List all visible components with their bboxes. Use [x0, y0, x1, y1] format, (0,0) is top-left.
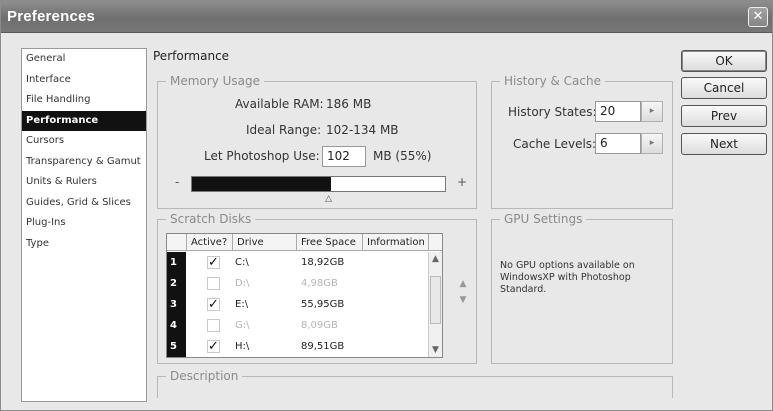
scroll-thumb[interactable] — [430, 276, 441, 324]
table-row[interactable]: 4 G:\ 8,09GB — [167, 315, 429, 336]
column-header-num — [167, 234, 187, 251]
ideal-range-value: 102-134 MB — [326, 123, 399, 137]
table-row[interactable]: 2 D:\ 4,98GB — [167, 273, 429, 294]
memory-use-input[interactable]: 102 — [322, 146, 366, 167]
description-group: Description — [157, 369, 673, 398]
drive-cell: H:\ — [235, 341, 250, 352]
gpu-settings-message: No GPU options available on WindowsXP wi… — [500, 260, 635, 295]
memory-use-suffix: MB (55%) — [373, 149, 432, 163]
free-space-cell: 4,98GB — [301, 278, 338, 289]
drive-cell: G:\ — [235, 320, 250, 331]
scratch-disks-table: Active? Drive Free Space Information 1 ✓ C… — [166, 233, 443, 358]
row-number: 4 — [167, 315, 186, 336]
history-cache-legend: History & Cache — [500, 74, 605, 88]
active-checkbox[interactable]: ✓ — [207, 256, 220, 269]
table-row[interactable]: 1 ✓ C:\ 18,92GB — [167, 252, 429, 273]
memory-slider-plus: + — [457, 175, 468, 189]
drive-cell: E:\ — [235, 299, 249, 310]
row-number: 1 — [167, 252, 186, 273]
history-states-input[interactable]: 20 — [595, 101, 641, 122]
prev-button[interactable]: Prev — [681, 105, 767, 127]
title-bar: Preferences ✕ — [1, 1, 772, 33]
sidebar-item-guides-grid-slices[interactable]: Guides, Grid & Slices — [22, 193, 146, 214]
drive-cell: C:\ — [235, 257, 249, 268]
scroll-up-icon[interactable]: ▲ — [429, 252, 442, 266]
close-icon[interactable]: ✕ — [748, 7, 768, 27]
row-number: 3 — [167, 294, 186, 315]
let-photoshop-use-label: Let Photoshop Use: — [204, 149, 320, 163]
active-checkbox[interactable] — [207, 277, 220, 290]
page-title: Performance — [153, 49, 230, 63]
available-ram-value: 186 MB — [326, 97, 372, 111]
sidebar-item-performance[interactable]: Performance — [22, 110, 146, 131]
row-number: 5 — [167, 336, 186, 357]
gpu-settings-legend: GPU Settings — [500, 212, 587, 226]
table-header: Active? Drive Free Space Information — [167, 234, 442, 251]
sidebar-item-type[interactable]: Type — [22, 234, 146, 255]
memory-usage-fill — [192, 177, 332, 191]
column-header-active[interactable]: Active? — [187, 234, 233, 251]
sidebar-item-transparency-gamut[interactable]: Transparency & Gamut — [22, 152, 146, 173]
next-button[interactable]: Next — [681, 133, 767, 155]
free-space-cell: 8,09GB — [301, 320, 338, 331]
memory-slider-minus: - — [175, 175, 180, 189]
free-space-cell: 89,51GB — [301, 341, 345, 352]
move-up-icon[interactable]: ▲ — [456, 279, 470, 289]
preferences-sidebar: General Interface File Handling Performa… — [21, 48, 147, 402]
sidebar-item-file-handling[interactable]: File Handling — [22, 90, 146, 111]
table-row[interactable]: 3 ✓ E:\ 55,95GB — [167, 294, 429, 315]
drive-cell: D:\ — [235, 278, 250, 289]
preferences-dialog: Preferences ✕ General Interface File Han… — [0, 0, 773, 411]
cache-levels-label: Cache Levels: — [513, 137, 597, 151]
ok-button[interactable]: OK — [681, 50, 767, 72]
available-ram-label: Available RAM: — [235, 97, 324, 111]
sidebar-item-units-rulers[interactable]: Units & Rulers — [22, 172, 146, 193]
free-space-cell: 18,92GB — [301, 257, 345, 268]
history-states-stepper-icon[interactable]: ▸ — [641, 101, 663, 122]
dialog-title: Preferences — [7, 8, 96, 25]
table-row[interactable]: 5 ✓ H:\ 89,51GB — [167, 336, 429, 357]
row-number: 2 — [167, 273, 186, 294]
column-header-information[interactable]: Information — [363, 234, 429, 251]
cache-levels-input[interactable]: 6 — [595, 133, 641, 154]
active-checkbox[interactable]: ✓ — [207, 298, 220, 311]
free-space-cell: 55,95GB — [301, 299, 345, 310]
scratch-disks-legend: Scratch Disks — [166, 212, 256, 226]
ideal-range-label: Ideal Range: — [246, 123, 322, 137]
history-states-label: History States: — [508, 105, 597, 119]
memory-usage-bar[interactable] — [191, 176, 446, 192]
column-header-free-space[interactable]: Free Space — [297, 234, 363, 251]
memory-usage-legend: Memory Usage — [166, 74, 265, 88]
sidebar-item-general[interactable]: General — [22, 49, 146, 70]
description-legend: Description — [166, 369, 243, 383]
scroll-down-icon[interactable]: ▼ — [429, 343, 442, 357]
column-header-drive[interactable]: Drive — [233, 234, 297, 251]
active-checkbox[interactable]: ✓ — [207, 340, 220, 353]
move-down-icon[interactable]: ▼ — [456, 295, 470, 305]
sidebar-item-cursors[interactable]: Cursors — [22, 131, 146, 152]
cache-levels-stepper-icon[interactable]: ▸ — [641, 133, 663, 154]
memory-slider-thumb-icon[interactable]: △ — [325, 194, 335, 204]
dialog-content: General Interface File Handling Performa… — [1, 34, 772, 410]
cancel-button[interactable]: Cancel — [681, 77, 767, 99]
sidebar-item-interface[interactable]: Interface — [22, 70, 146, 91]
scratch-disks-scrollbar[interactable]: ▲ ▼ — [428, 252, 442, 357]
sidebar-item-plug-ins[interactable]: Plug-Ins — [22, 213, 146, 234]
active-checkbox[interactable] — [207, 319, 220, 332]
